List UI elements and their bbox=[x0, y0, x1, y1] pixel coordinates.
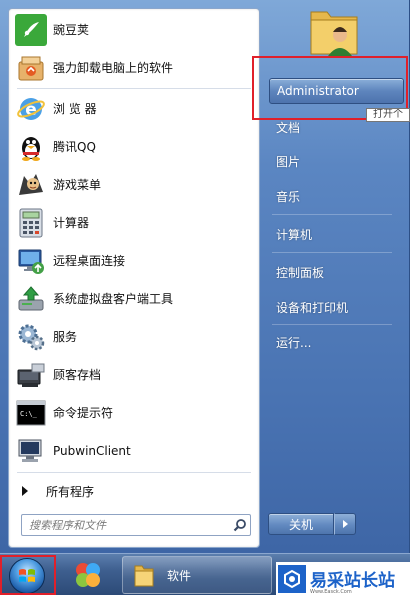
all-programs-button[interactable]: 所有程序 bbox=[12, 478, 257, 504]
place-devices-printers[interactable]: 设备和打印机 bbox=[270, 293, 400, 321]
shutdown-button[interactable]: 关机 bbox=[268, 513, 334, 535]
triangle-right-icon bbox=[22, 486, 28, 496]
programs-pane: 豌豆荚 强力卸载电脑上的软件 e 浏 览 器 腾讯QQ 游戏菜单 计算器 远程桌… bbox=[8, 8, 260, 548]
program-label: 顾客存档 bbox=[53, 368, 102, 382]
program-item-calculator[interactable]: 计算器 bbox=[12, 204, 257, 241]
watermark-subtext: Www.Easck.Com bbox=[310, 589, 352, 595]
folder-icon bbox=[134, 565, 154, 587]
program-item-customer-archive[interactable]: 顾客存档 bbox=[12, 356, 257, 393]
colorful-flower-icon bbox=[76, 563, 100, 587]
place-computer[interactable]: 计算机 bbox=[270, 220, 400, 248]
services-gear-icon bbox=[15, 321, 47, 353]
easck-logo-icon bbox=[278, 564, 306, 593]
place-music[interactable]: 音乐 bbox=[270, 182, 400, 210]
search-icon[interactable] bbox=[230, 515, 250, 535]
program-label: 豌豆荚 bbox=[53, 23, 90, 37]
program-item-command-prompt[interactable]: C:\_ 命令提示符 bbox=[12, 394, 257, 431]
taskbar-folder-label: 软件 bbox=[167, 568, 192, 583]
game-menu-icon bbox=[15, 169, 47, 201]
program-label: 系统虚拟盘客户端工具 bbox=[53, 292, 174, 306]
shutdown-options-button[interactable] bbox=[334, 513, 356, 535]
pinned-separator bbox=[17, 88, 251, 89]
place-control-panel[interactable]: 控制面板 bbox=[270, 258, 400, 286]
search-box[interactable] bbox=[21, 514, 251, 536]
place-run[interactable]: 运行... bbox=[270, 328, 400, 356]
triangle-right-icon bbox=[342, 520, 348, 528]
places-separator bbox=[272, 214, 392, 215]
annotation-highlight-box bbox=[0, 555, 56, 595]
program-item-qq[interactable]: 腾讯QQ bbox=[12, 128, 257, 165]
program-label: 服务 bbox=[53, 330, 78, 344]
program-item-game-menu[interactable]: 游戏菜单 bbox=[12, 166, 257, 203]
uninstaller-icon bbox=[15, 51, 47, 84]
program-item-remote-desktop[interactable]: 远程桌面连接 bbox=[12, 242, 257, 279]
remote-desktop-icon bbox=[15, 245, 47, 277]
wandoujia-icon bbox=[15, 13, 47, 46]
program-item-wandoujia[interactable]: 豌豆荚 bbox=[12, 11, 257, 48]
start-menu: 豌豆荚 强力卸载电脑上的软件 e 浏 览 器 腾讯QQ 游戏菜单 计算器 远程桌… bbox=[0, 0, 410, 553]
qq-penguin-icon bbox=[15, 131, 47, 163]
user-picture-icon[interactable] bbox=[309, 2, 359, 60]
program-label: PubwinClient bbox=[53, 443, 131, 458]
program-label: 浏 览 器 bbox=[53, 102, 97, 116]
places-separator bbox=[272, 252, 392, 253]
program-label: 计算器 bbox=[53, 216, 90, 230]
program-item-browser[interactable]: e 浏 览 器 bbox=[12, 90, 257, 127]
pubwin-client-icon bbox=[15, 435, 47, 467]
virtual-disk-icon bbox=[15, 283, 47, 315]
customer-archive-icon bbox=[15, 359, 47, 391]
place-documents[interactable]: 文档 bbox=[270, 113, 400, 141]
search-input[interactable] bbox=[22, 516, 230, 534]
calculator-icon bbox=[15, 207, 47, 239]
places-separator bbox=[272, 324, 392, 325]
all-programs-label: 所有程序 bbox=[46, 484, 95, 499]
program-item-uninstaller[interactable]: 强力卸载电脑上的软件 bbox=[12, 49, 257, 86]
shutdown-label: 关机 bbox=[288, 517, 313, 532]
place-pictures[interactable]: 图片 bbox=[270, 147, 400, 175]
program-item-pubwin-client[interactable]: PubwinClient bbox=[12, 432, 257, 469]
taskbar-pinned-app[interactable] bbox=[62, 556, 114, 594]
program-item-services[interactable]: 服务 bbox=[12, 318, 257, 355]
program-label: 游戏菜单 bbox=[53, 178, 102, 192]
watermark-text: 易采站长站 bbox=[310, 571, 395, 591]
program-item-virtual-disk-tool[interactable]: 系统虚拟盘客户端工具 bbox=[12, 280, 257, 317]
taskbar-folder-button[interactable]: 软件 bbox=[122, 556, 272, 594]
program-label: 命令提示符 bbox=[53, 406, 114, 420]
all-programs-separator bbox=[17, 472, 251, 473]
ie-browser-icon: e bbox=[15, 93, 47, 125]
command-prompt-icon: C:\_ bbox=[15, 397, 47, 429]
program-label: 远程桌面连接 bbox=[53, 254, 126, 268]
program-label: 强力卸载电脑上的软件 bbox=[53, 61, 174, 75]
program-label: 腾讯QQ bbox=[53, 140, 96, 154]
svg-text:C:\_: C:\_ bbox=[20, 410, 38, 418]
